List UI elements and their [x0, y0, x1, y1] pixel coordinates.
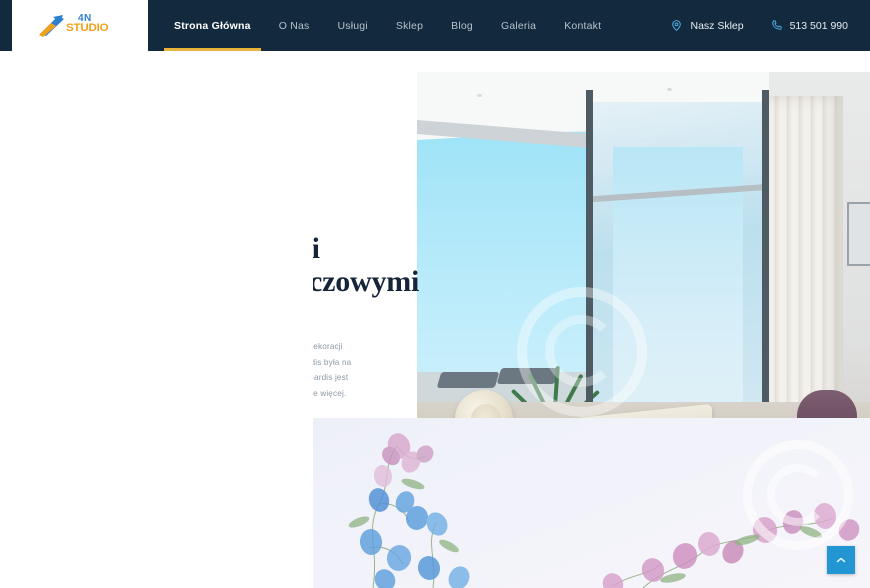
nav-item-kontakt[interactable]: Kontakt	[550, 0, 615, 51]
logo-bottom-text: STUDIO	[66, 21, 109, 34]
nav-item-galeria[interactable]: Galeria	[487, 0, 550, 51]
phone-link[interactable]: 513 501 990	[770, 19, 848, 32]
left-content-column	[0, 51, 313, 588]
nav-label: Usługi	[337, 19, 368, 32]
nav-label: O Nas	[278, 19, 310, 32]
header-contact-group: Nasz Sklep 513 501 990	[670, 0, 848, 51]
logo-mark: 4N STUDIO	[38, 12, 122, 40]
logo-swoosh-icon	[39, 14, 64, 37]
location-pin-icon	[670, 19, 683, 32]
chevron-up-icon	[836, 557, 846, 563]
nav-label: Kontakt	[564, 19, 602, 32]
logo-wordmark: 4N STUDIO	[66, 12, 124, 40]
page-root: 4N STUDIO Strona Główna O Nas Usługi Skl…	[0, 0, 870, 588]
nav-label: Blog	[451, 19, 473, 32]
nav-label: Sklep	[395, 19, 424, 32]
shop-location-label: Nasz Sklep	[690, 19, 744, 32]
nav-item-o-nas[interactable]: O Nas	[265, 0, 324, 51]
nav-label: Galeria	[500, 19, 537, 32]
scroll-to-top-button[interactable]	[827, 546, 855, 574]
nav-item-uslugi[interactable]: Usługi	[323, 0, 381, 51]
main-navigation: Strona Główna O Nas Usługi Sklep Blog Ga…	[160, 0, 615, 51]
nav-item-blog[interactable]: Blog	[437, 0, 487, 51]
phone-icon	[770, 19, 783, 32]
nav-item-sklep[interactable]: Sklep	[382, 0, 437, 51]
phone-number-label: 513 501 990	[789, 19, 848, 32]
shop-location-link[interactable]: Nasz Sklep	[670, 19, 744, 32]
site-header: 4N STUDIO Strona Główna O Nas Usługi Skl…	[0, 0, 870, 51]
nav-label: Strona Główna	[174, 19, 251, 32]
site-logo[interactable]: 4N STUDIO	[12, 0, 148, 51]
nav-item-strona-glowna[interactable]: Strona Główna	[160, 0, 265, 51]
